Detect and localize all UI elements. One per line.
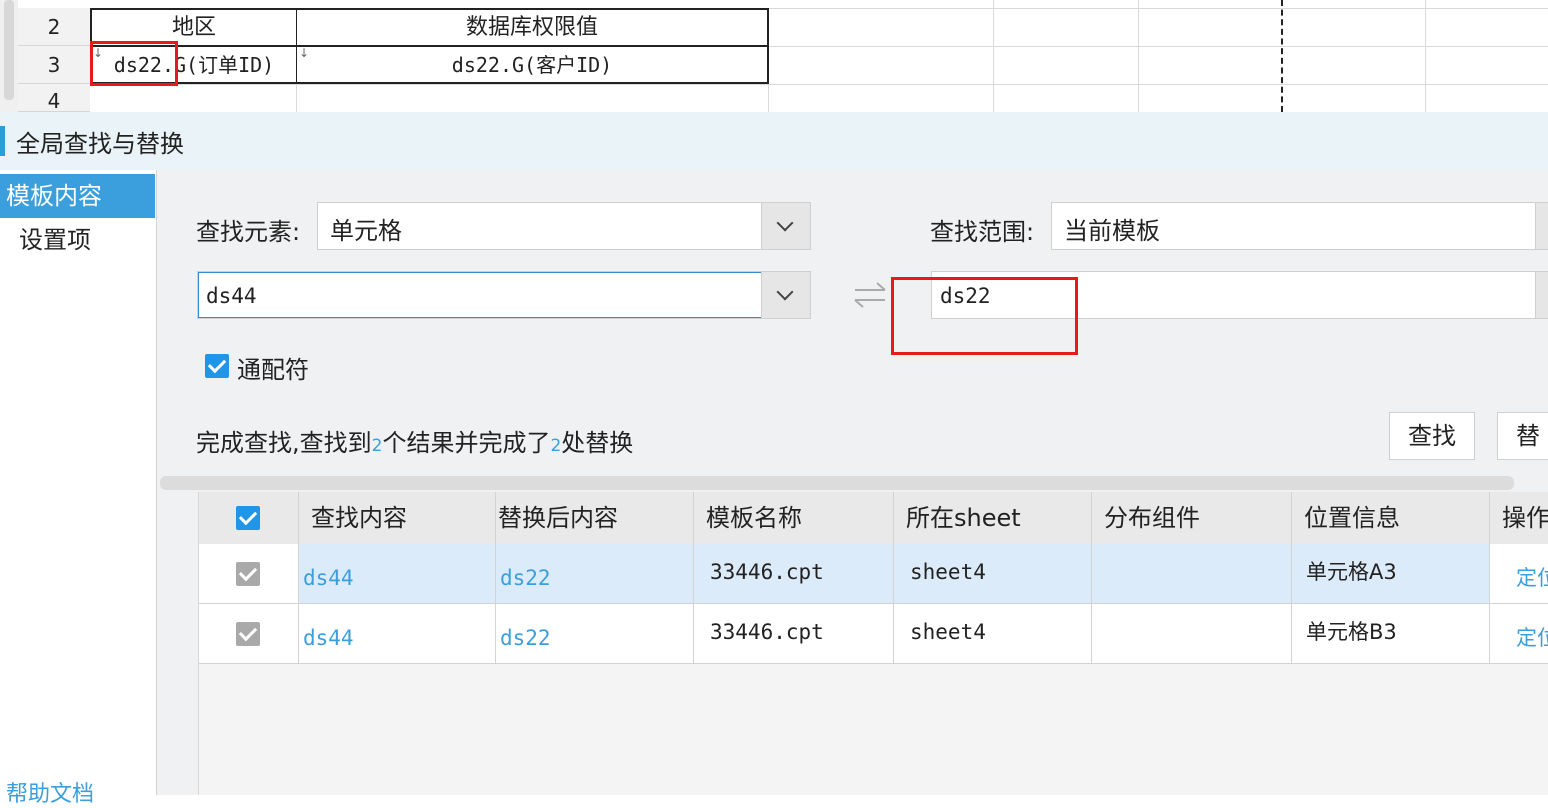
row-header-3[interactable]: 3	[18, 46, 90, 84]
page-break-line	[1281, 0, 1283, 112]
header-select-all[interactable]	[199, 492, 299, 544]
col-header-find[interactable]: 查找内容	[299, 492, 496, 544]
search-input-combo[interactable]: ds44	[197, 271, 811, 319]
cell-B2[interactable]: 数据库权限值	[296, 8, 769, 47]
replace-content-cell: ds22	[496, 544, 694, 604]
component-cell	[1092, 604, 1292, 664]
find-replace-dialog: 全局查找与替换 模板内容 设置项 帮助文档 查找元素: 单元格 查找范围: 当前…	[0, 112, 1548, 807]
component-cell	[1092, 544, 1292, 604]
chevron-down-icon[interactable]	[1535, 203, 1548, 249]
status-count: 2	[371, 436, 383, 456]
status-prefix: 完成查找,查找到	[196, 429, 372, 457]
status-replaced-count: 2	[550, 436, 562, 456]
gridline	[296, 84, 297, 112]
row-header-2[interactable]: 2	[18, 8, 90, 46]
cell-B3[interactable]: ds22.G(客户ID)	[296, 46, 769, 84]
location-cell: 单元格B3	[1292, 604, 1490, 664]
chevron-down-icon[interactable]	[761, 272, 810, 318]
search-input-focus-border	[198, 272, 762, 318]
dialog-title-bar: 全局查找与替换	[0, 112, 1548, 170]
find-button[interactable]: 查找	[1389, 412, 1475, 460]
title-accent-bar	[0, 126, 5, 156]
col-header-replace[interactable]: 替换后内容	[496, 492, 694, 544]
wildcard-label: 通配符	[237, 356, 309, 384]
horizontal-scrollbar[interactable]	[160, 476, 1514, 490]
col-header-action[interactable]: 操作	[1490, 492, 1548, 544]
find-content-cell: ds44	[299, 544, 496, 604]
status-suffix: 处替换	[561, 429, 634, 457]
replace-button[interactable]: 替换	[1497, 412, 1548, 460]
col-header-component[interactable]: 分布组件	[1092, 492, 1292, 544]
results-table: 查找内容 替换后内容 模板名称 所在sheet 分布组件 位置信息 操作 ds4…	[198, 492, 1548, 795]
row-checkbox-cell[interactable]	[199, 604, 299, 664]
find-element-select[interactable]: 单元格	[317, 202, 811, 250]
col-header-template[interactable]: 模板名称	[694, 492, 894, 544]
swap-arrows-icon[interactable]	[851, 280, 889, 310]
find-element-value: 单元格	[330, 217, 402, 245]
table-row[interactable]: ds44 ds22 33446.cpt sheet4 单元格B3 定位	[199, 604, 1548, 664]
gridline	[1138, 0, 1139, 112]
sheet-cell: sheet4	[894, 544, 1092, 604]
chevron-down-icon[interactable]	[761, 203, 810, 249]
locate-link[interactable]: 定位	[1490, 544, 1548, 604]
col-header-sheet[interactable]: 所在sheet	[894, 492, 1092, 544]
row-checkbox-cell[interactable]	[199, 544, 299, 604]
sidebar-item-settings[interactable]: 设置项	[0, 218, 155, 262]
search-input[interactable]: ds44	[206, 284, 257, 308]
select-all-checkbox[interactable]	[236, 506, 260, 530]
left-scroll-gutter	[0, 0, 18, 112]
help-docs-link[interactable]: 帮助文档	[6, 776, 94, 808]
location-cell: 单元格A3	[1292, 544, 1490, 604]
gridline	[768, 84, 769, 112]
wildcard-checkbox[interactable]	[205, 354, 229, 378]
row-header-4[interactable]: 4	[18, 84, 90, 112]
col-header-location[interactable]: 位置信息	[1292, 492, 1490, 544]
main-content: 查找元素: 单元格 查找范围: 当前模板 ds44 ds22 通配符 完成查找,…	[157, 170, 1548, 795]
vertical-scrollbar[interactable]	[4, 0, 14, 100]
find-scope-value: 当前模板	[1064, 217, 1160, 245]
row-checkbox[interactable]	[236, 622, 260, 646]
gridline	[993, 0, 994, 112]
dialog-title: 全局查找与替换	[16, 130, 184, 158]
status-mid: 个结果并完成了	[382, 429, 551, 457]
find-content-cell: ds44	[299, 604, 496, 664]
expand-down-icon: ↓	[299, 46, 310, 60]
sidebar: 模板内容 设置项 帮助文档	[0, 170, 157, 807]
status-text: 完成查找,查找到2个结果并完成了2处替换	[196, 423, 633, 458]
highlight-box	[891, 277, 1078, 355]
locate-link[interactable]: 定位	[1490, 604, 1548, 664]
sheet-cell: sheet4	[894, 604, 1092, 664]
highlight-box	[90, 41, 178, 86]
find-scope-select[interactable]: 当前模板	[1051, 202, 1548, 250]
template-name-cell: 33446.cpt	[694, 604, 894, 664]
table-row[interactable]: ds44 ds22 33446.cpt sheet4 单元格A3 定位	[199, 544, 1548, 604]
replace-content-cell: ds22	[496, 604, 694, 664]
row-checkbox[interactable]	[236, 562, 260, 586]
gridline	[1425, 0, 1426, 112]
gridline	[90, 84, 1548, 85]
sidebar-item-template-content[interactable]: 模板内容	[0, 174, 155, 218]
chevron-down-icon[interactable]	[1535, 272, 1548, 318]
template-name-cell: 33446.cpt	[694, 544, 894, 604]
spreadsheet-area: 2 3 4 地区 数据库权限值 ds22.G(订单ID) ds22.G(客户ID…	[0, 0, 1548, 112]
find-element-label: 查找元素:	[196, 218, 301, 246]
find-scope-label: 查找范围:	[930, 218, 1035, 246]
